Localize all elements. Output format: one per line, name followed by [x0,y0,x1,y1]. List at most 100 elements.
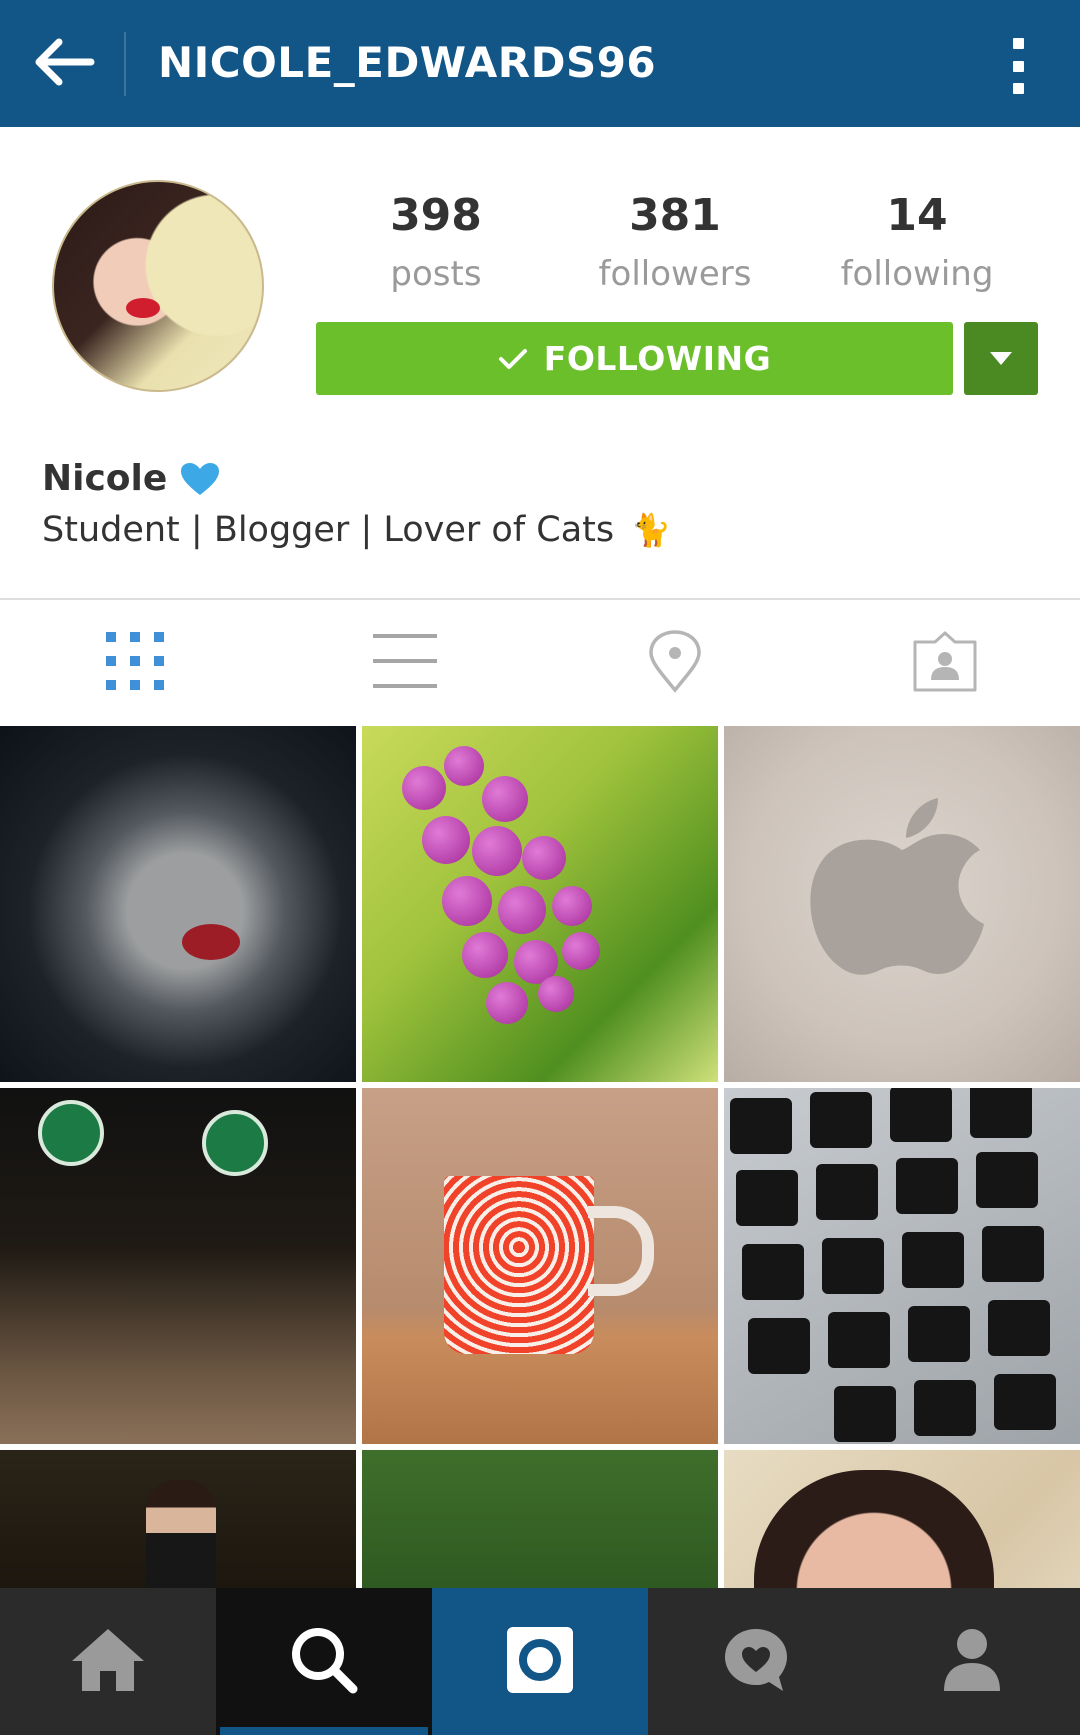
location-pin-icon [647,629,703,697]
more-vertical-icon-dot [1012,83,1024,94]
back-button[interactable] [28,30,100,98]
nav-search-button[interactable] [216,1588,432,1735]
profile-icon [942,1627,1002,1697]
profile-name: Nicole [42,458,221,499]
photo-detail [538,976,574,1012]
photo-detail [896,1158,958,1214]
avatar-detail [126,298,160,318]
checkmark-icon [498,347,528,371]
avatar[interactable] [52,180,264,392]
photo-detail [38,1100,104,1166]
photo-detail [748,1318,810,1374]
camera-icon [505,1625,575,1699]
photo-detail [908,1306,970,1362]
followers-count: 381 [629,190,721,241]
photo-detail [422,816,470,864]
more-vertical-icon [1012,38,1024,49]
photo-detail [736,1170,798,1226]
tab-map-view[interactable] [540,600,810,725]
posts-count: 398 [390,190,482,241]
following-label: following [840,254,994,294]
home-icon [70,1627,146,1697]
photo-detail [982,1226,1044,1282]
tab-tagged-view[interactable] [810,600,1080,725]
photo-thumbnail-apple-logo[interactable] [724,726,1080,1082]
top-bar: NICOLE_EDWARDS96 [0,0,1080,127]
photo-grid [0,726,1080,1588]
arrow-left-icon [33,37,95,91]
photo-detail [890,1088,952,1142]
photo-detail [588,1206,654,1296]
photo-detail [994,1374,1056,1430]
cat-emoji: 🐈 [631,511,672,549]
tab-list-view[interactable] [270,600,540,725]
photo-detail [816,1164,878,1220]
profile-username: NICOLE_EDWARDS96 [158,38,657,87]
photo-thumbnail-berries[interactable] [362,726,718,1082]
following-count: 14 [886,190,948,241]
followers-label: followers [598,254,752,294]
photo-detail [486,982,528,1024]
photo-thumbnail-flowers[interactable] [362,1450,718,1588]
photo-detail [462,932,508,978]
photo-detail [828,1312,890,1368]
caret-down-icon [990,352,1012,365]
list-icon [373,633,437,692]
heart-bubble-icon [721,1625,791,1699]
tagged-photos-icon [913,630,977,696]
posts-stat[interactable]: 398 posts [336,190,536,306]
photo-detail [902,1232,964,1288]
photo-detail [988,1300,1050,1356]
photo-detail [444,1176,594,1354]
photo-detail [730,1098,792,1154]
photo-detail [552,886,592,926]
apple-logo-shape [810,798,984,975]
photo-thumbnail-face[interactable] [724,1450,1080,1588]
profile-view-tabs [0,600,1080,725]
photo-detail [754,1470,994,1588]
photo-detail [742,1244,804,1300]
photo-detail [472,826,522,876]
photo-detail [402,766,446,810]
profile-bio: Student | Blogger | Lover of Cats 🐈 [42,510,671,550]
photo-detail [146,1480,216,1588]
grid-icon [106,631,164,694]
blue-heart-icon [179,461,221,497]
photo-detail [970,1088,1032,1138]
active-tab-indicator [220,1727,428,1735]
profile-name-text: Nicole [42,458,168,499]
photo-detail [810,1092,872,1148]
nav-camera-button[interactable] [432,1588,648,1735]
photo-detail [482,776,528,822]
search-icon [289,1625,359,1699]
tab-grid-view[interactable] [0,600,270,725]
photo-detail [522,836,566,880]
photo-detail [562,932,600,970]
following-button[interactable]: FOLLOWING [316,322,953,395]
photo-detail [834,1386,896,1442]
photo-detail [914,1380,976,1436]
nav-activity-button[interactable] [648,1588,864,1735]
nav-home-button[interactable] [0,1588,216,1735]
photo-detail [182,924,240,960]
photo-thumbnail-night-portrait[interactable] [0,1450,356,1588]
photo-detail [444,746,484,786]
nav-profile-button[interactable] [864,1588,1080,1735]
bottom-navigation [0,1588,1080,1735]
following-button-label: FOLLOWING [543,339,772,378]
more-options-button[interactable] [994,36,1042,96]
suggestions-dropdown-button[interactable] [964,322,1038,395]
photo-thumbnail-keyboard[interactable] [724,1088,1080,1444]
photo-thumbnail-selfie[interactable] [0,726,356,1082]
photo-detail [442,876,492,926]
photo-detail [498,886,546,934]
followers-stat[interactable]: 381 followers [575,190,775,306]
photo-thumbnail-starbucks-portrait[interactable] [0,1088,356,1444]
following-stat[interactable]: 14 following [817,190,1017,306]
photo-detail [976,1152,1038,1208]
profile-bio-text: Student | Blogger | Lover of Cats [42,510,615,550]
photo-detail [202,1110,268,1176]
photo-thumbnail-red-mug[interactable] [362,1088,718,1444]
header-divider [124,32,126,96]
posts-label: posts [390,254,482,294]
